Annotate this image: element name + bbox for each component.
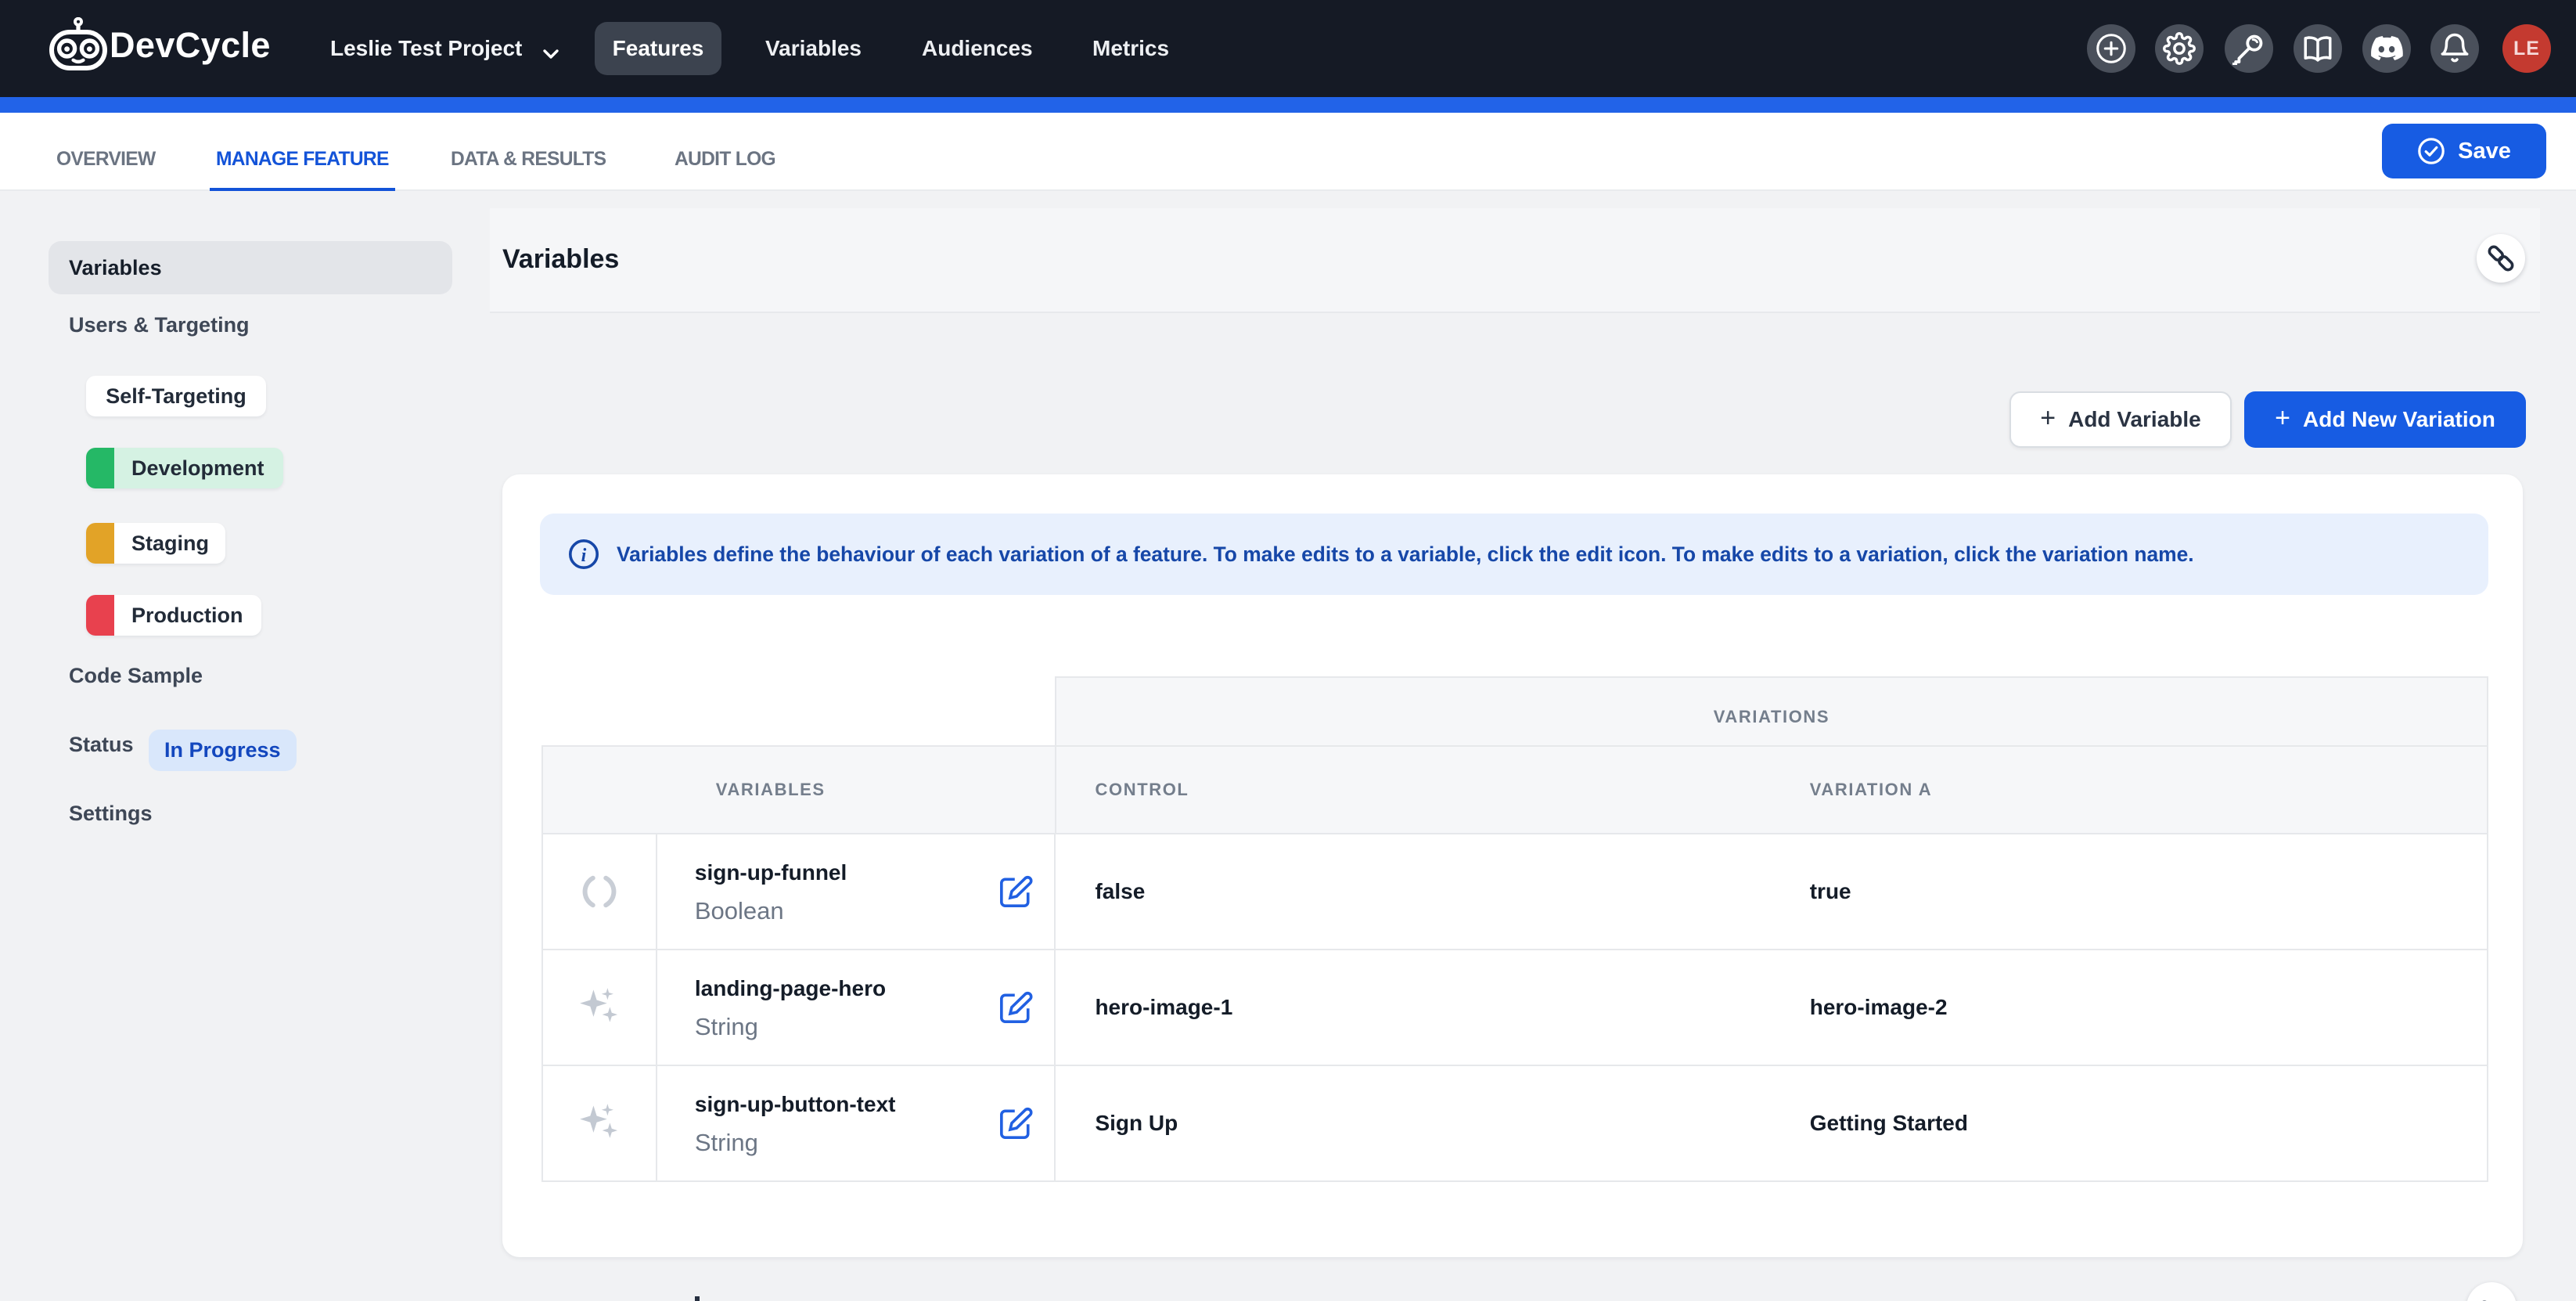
svg-text:i: i [581, 546, 587, 566]
